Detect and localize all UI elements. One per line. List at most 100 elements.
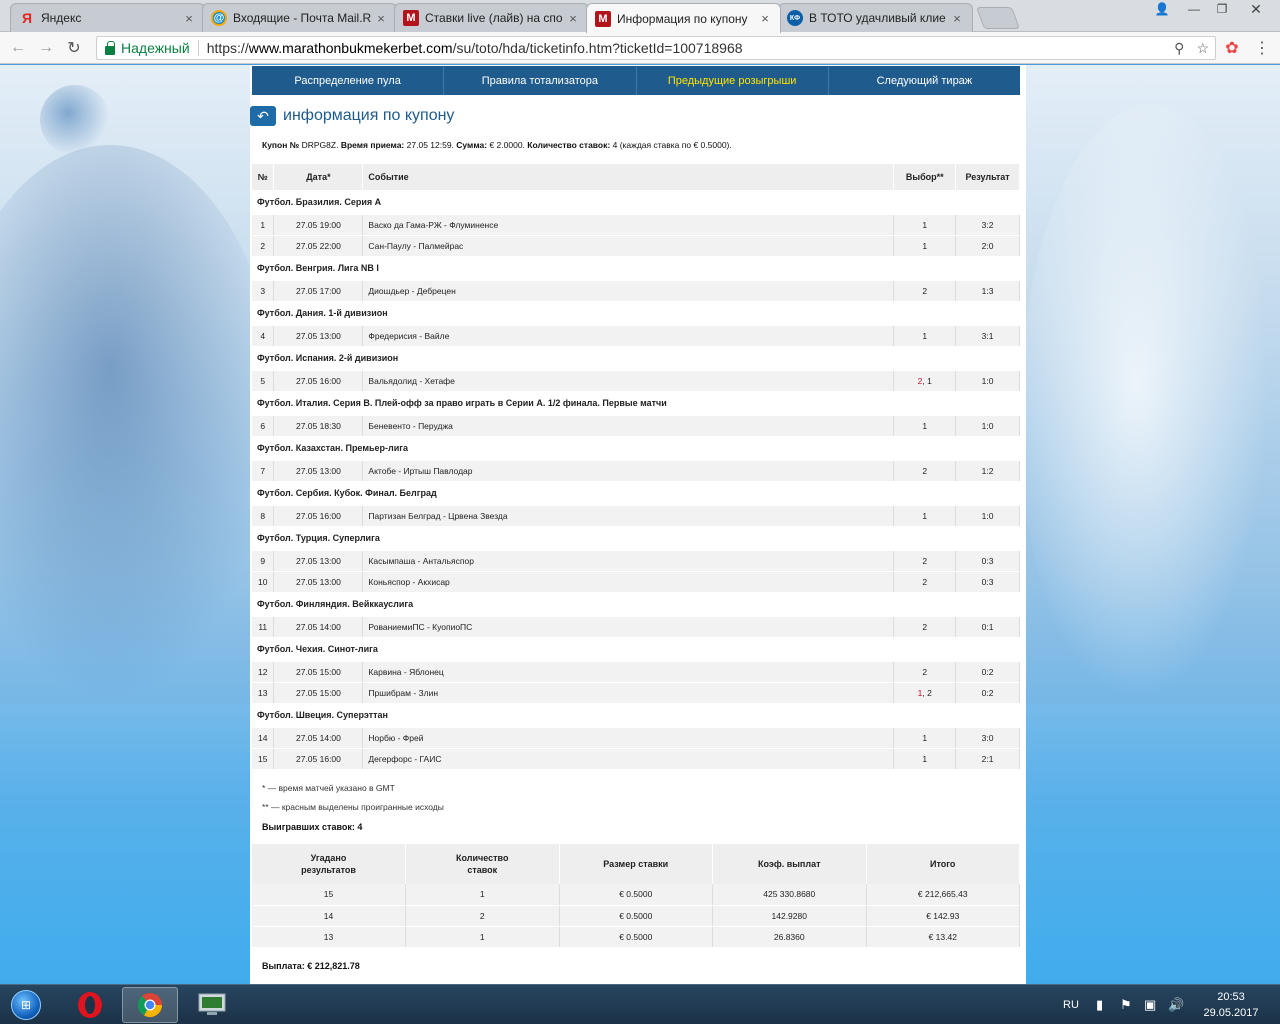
restore-icon[interactable]: ❐ xyxy=(1208,0,1236,18)
league-row: Футбол. Швеция. Суперэттан xyxy=(252,703,1020,728)
row-event: РованиемиПС - КуопиоПС xyxy=(362,616,895,638)
close-tab-icon[interactable]: × xyxy=(566,11,580,26)
monitor-taskbar-icon[interactable] xyxy=(184,987,240,1023)
extension-icon[interactable]: ✿ xyxy=(1222,38,1242,58)
row-choice: 2 xyxy=(893,616,957,638)
row-event: Пршибрам - Злин xyxy=(362,682,895,704)
choice-value: 2 xyxy=(927,687,932,698)
browser-toolbar: ← → ↻ Надежный https://www.marathonbukme… xyxy=(0,32,1280,64)
payout-row: 15 1 € 0.5000 425 330.8680 € 212,665.43 xyxy=(252,884,1020,906)
choice-value: 2 xyxy=(922,666,928,677)
tab-title: Ставки live (лайв) на спо xyxy=(425,11,563,25)
menu-dots-icon[interactable]: ⋮ xyxy=(1252,38,1272,58)
network-icon[interactable]: ▣ xyxy=(1144,985,1156,1024)
start-button[interactable]: ⊞ xyxy=(4,986,48,1024)
coupon-number: DRPG8Z. xyxy=(301,140,339,150)
league-name: Футбол. Дания. 1-й дивизион xyxy=(252,301,1020,326)
opera-taskbar-icon[interactable] xyxy=(62,987,118,1023)
row-date: 27.05 13:00 xyxy=(273,325,364,347)
new-tab-button[interactable] xyxy=(975,7,1021,29)
table-row: 9 27.05 13:00 Касымпаша - Антальяспор 2 0:3 xyxy=(252,550,1020,572)
payout-table: Угадано результатов Количество ставок Разм… xyxy=(252,844,1020,948)
choice-value: 2 xyxy=(922,555,928,566)
close-tab-icon[interactable]: × xyxy=(182,11,196,26)
close-window-icon[interactable]: ✕ xyxy=(1238,0,1274,18)
battery-icon[interactable]: ▮ xyxy=(1096,985,1103,1024)
coupon-each: (каждая ставка по € 0.5000). xyxy=(619,140,732,150)
row-number: 6 xyxy=(252,415,275,437)
profile-icon[interactable]: 👤 xyxy=(1150,0,1174,18)
table-row: 2 27.05 22:00 Сан-Паулу - Палмейрас 1 2:0 xyxy=(252,235,1020,257)
close-tab-icon[interactable]: × xyxy=(374,11,388,26)
row-date: 27.05 13:00 xyxy=(273,550,364,572)
forward-arrow-icon[interactable]: → xyxy=(36,38,56,58)
row-event: Фредерисия - Вайле xyxy=(362,325,895,347)
back-arrow-icon[interactable]: ← xyxy=(8,38,28,58)
league-row: Футбол. Италия. Серия B. Плей-офф за пра… xyxy=(252,391,1020,416)
browser-tab-3[interactable]: M Ставки live (лайв) на спо × xyxy=(394,3,589,32)
reload-icon[interactable]: ↻ xyxy=(64,38,84,58)
table-row: 10 27.05 13:00 Коньяспор - Акхисар 2 0:3 xyxy=(252,571,1020,593)
bets-header-0: № xyxy=(252,164,275,190)
flag-icon[interactable]: ⚑ xyxy=(1120,985,1132,1024)
close-tab-icon[interactable]: × xyxy=(758,11,772,26)
row-date: 27.05 16:00 xyxy=(273,370,364,392)
table-row: 1 27.05 19:00 Васко да Гама-РЖ - Флуминенс… xyxy=(252,214,1020,236)
league-row: Футбол. Казахстан. Премьер-лига xyxy=(252,436,1020,461)
close-tab-icon[interactable]: × xyxy=(950,11,964,26)
page-header: ↶ информация по купону xyxy=(250,106,454,126)
payout-row: 14 2 € 0.5000 142.9280 € 142.93 xyxy=(252,905,1020,927)
marathon-icon: M xyxy=(595,10,611,27)
league-row: Футбол. Сербия. Кубок. Финал. Белград xyxy=(252,481,1020,506)
payout-cell: € 13.42 xyxy=(866,926,1020,948)
gmt-note: * — время матчей указано в GMT xyxy=(262,783,395,793)
row-date: 27.05 14:00 xyxy=(273,616,364,638)
clock-date: 29.05.2017 xyxy=(1203,1007,1259,1019)
bookmark-star-icon[interactable]: ☆ xyxy=(1196,40,1209,57)
choice-value: 2 xyxy=(922,285,928,296)
volume-icon[interactable]: 🔊 xyxy=(1168,985,1184,1024)
won-bets: Выигравших ставок: 4 xyxy=(262,822,363,832)
row-date: 27.05 16:00 xyxy=(273,505,364,527)
browser-tab-1[interactable]: Я Яндекс × xyxy=(10,3,205,32)
menu-item-1[interactable]: Распределение пула xyxy=(252,66,445,95)
minimize-icon[interactable]: — xyxy=(1180,0,1208,18)
yandex-icon: Я xyxy=(21,10,33,26)
browser-tab-5[interactable]: КФ В ТОТО удачливый клие × xyxy=(778,3,973,32)
row-number: 14 xyxy=(252,727,275,749)
kf-icon: КФ xyxy=(787,10,803,26)
browser-tab-4[interactable]: M Информация по купону × xyxy=(586,3,781,33)
back-icon[interactable]: ↶ xyxy=(250,106,276,126)
clock-time: 20:53 xyxy=(1217,991,1245,1003)
payout-header-2: Размер ставки xyxy=(559,844,713,884)
menu-item-3[interactable]: Предыдущие розыгрыши xyxy=(637,66,829,95)
row-date: 27.05 18:30 xyxy=(273,415,364,437)
toto-menu: Распределение пула Правила тотализатора Пр… xyxy=(252,66,1020,95)
menu-item-2[interactable]: Правила тотализатора xyxy=(444,66,637,95)
zoom-icon[interactable]: ⚲ xyxy=(1174,40,1184,57)
browser-tab-2[interactable]: @ Входящие - Почта Mail.R × xyxy=(202,3,397,32)
tab-title: Информация по купону xyxy=(617,11,748,26)
bets-header-3: Выбор** xyxy=(893,164,957,190)
row-number: 7 xyxy=(252,460,275,482)
browser-tab-bar: Я Яндекс × @ Входящие - Почта Mail.R × M Ставки… xyxy=(0,0,1280,33)
menu-item-4[interactable]: Следующий тираж xyxy=(829,66,1020,95)
url-text[interactable]: https://www.marathonbukmekerbet.com/su/t… xyxy=(207,40,1174,56)
league-name: Футбол. Сербия. Кубок. Финал. Белград xyxy=(252,481,1020,506)
chrome-taskbar-icon[interactable] xyxy=(122,987,178,1023)
row-event: Диошдьер - Дебрецен xyxy=(362,280,895,302)
row-date: 27.05 22:00 xyxy=(273,235,364,257)
coupon-number-label: Купон № xyxy=(262,140,300,150)
row-date: 27.05 13:00 xyxy=(273,460,364,482)
address-bar[interactable]: Надежный https://www.marathonbukmekerbet… xyxy=(96,36,1216,60)
payout-cell: € 0.5000 xyxy=(559,905,713,927)
tab-title: В ТОТО удачливый клие xyxy=(809,11,946,25)
row-choice: 1 xyxy=(893,727,957,749)
table-row: 8 27.05 16:00 Партизан Белград - Црвена Зв… xyxy=(252,505,1020,527)
language-indicator[interactable]: RU xyxy=(1063,985,1079,1024)
tennis-player-image xyxy=(1020,105,1280,725)
payout-cell: 1 xyxy=(405,926,560,948)
clock[interactable]: 20:53 29.05.2017 xyxy=(1196,989,1266,1021)
payout-header-0: Угадано результатов xyxy=(252,844,406,884)
row-event: Касымпаша - Антальяспор xyxy=(362,550,895,572)
